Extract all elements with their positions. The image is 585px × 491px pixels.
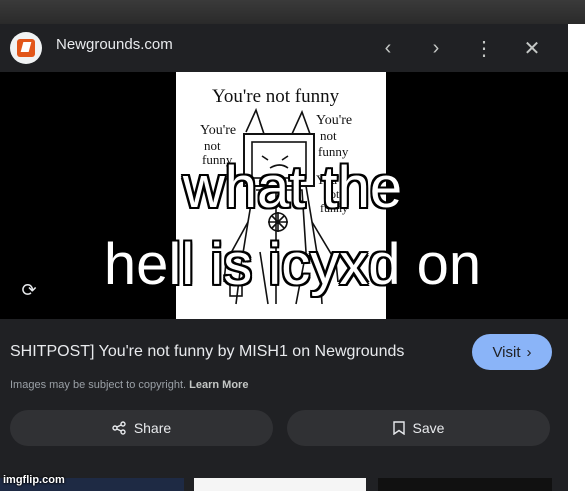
share-label: Share [133,420,172,436]
forward-icon[interactable]: › [422,34,450,62]
imgflip-watermark: imgflip.com [3,474,65,486]
more-icon[interactable]: ⋮ [470,34,498,62]
visit-button[interactable]: Visit › [472,334,552,370]
share-icon [112,421,126,435]
drawing-left-1: You're [200,123,236,138]
related-thumb-3[interactable] [378,478,552,491]
share-button[interactable]: Share [10,410,273,446]
save-label: Save [412,420,445,436]
visit-label: Visit [492,343,521,361]
preview-header: Newgrounds.com ‹ › ⋮ ✕ [0,24,568,70]
meme-caption-line-1: what the [182,155,403,220]
drawing-left-2: not [204,138,221,153]
copyright-text: Images may be subject to copyright. [10,379,187,391]
related-thumbnails [0,478,568,491]
bookmark-icon [392,421,405,435]
back-icon[interactable]: ‹ [374,34,402,62]
drawing-title-text: You're not funny [212,86,340,107]
top-background-strip [0,0,585,24]
learn-more-link[interactable]: Learn More [189,379,248,391]
newgrounds-logo-icon [10,32,42,64]
result-title-link[interactable]: SHITPOST] You're not funny by MISH1 on N… [10,343,404,361]
drawing-right-2: not [320,128,337,143]
copyright-notice: Images may be subject to copyright. Lear… [10,379,248,391]
drawing-right-1: You're [316,113,352,128]
close-icon[interactable]: ✕ [518,34,546,62]
chevron-right-icon: › [526,343,532,361]
meme-caption-line-2: hell is icyxd on [103,232,482,297]
save-button[interactable]: Save [287,410,550,446]
related-thumb-2[interactable] [194,478,366,491]
site-name[interactable]: Newgrounds.com [56,36,173,53]
